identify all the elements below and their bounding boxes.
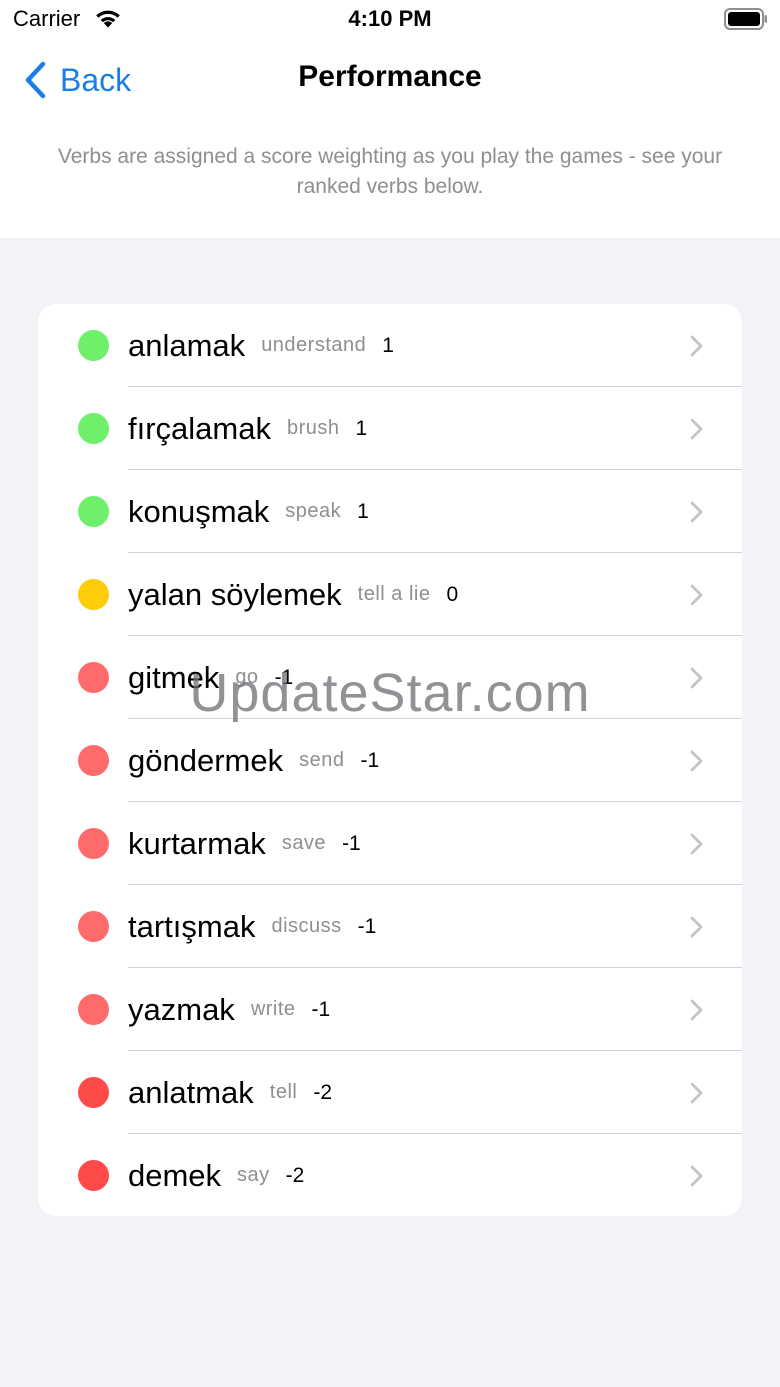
- verb-label: yazmak: [128, 991, 235, 1027]
- performance-screen: Carrier 4:10 PM Back Performance Verbs a…: [0, 0, 780, 1387]
- chevron-right-icon: [690, 750, 703, 772]
- chevron-right-icon: [690, 418, 703, 440]
- verb-score: 1: [382, 333, 394, 357]
- verb-label: tartışmak: [128, 908, 256, 944]
- list-item[interactable]: gitmek go -1: [38, 636, 742, 719]
- list-item[interactable]: anlamak understand 1: [38, 304, 742, 387]
- page-title: Performance: [298, 60, 482, 93]
- verb-score: 0: [446, 582, 459, 606]
- score-indicator-dot: [78, 413, 109, 444]
- score-indicator-dot: [78, 994, 109, 1025]
- chevron-right-icon: [690, 335, 703, 357]
- score-indicator-dot: [78, 911, 109, 942]
- score-indicator-dot: [78, 828, 109, 859]
- verb-meaning: tell a lie: [357, 583, 431, 605]
- list-item[interactable]: kurtarmak save -1: [38, 802, 742, 885]
- verb-score: -1: [360, 748, 380, 772]
- battery-icon: [724, 8, 767, 30]
- verb-meaning: speak: [285, 500, 342, 522]
- score-indicator-dot: [78, 745, 109, 776]
- chevron-right-icon: [690, 1165, 703, 1187]
- verb-label: yalan söylemek: [128, 576, 342, 612]
- verb-meaning: send: [299, 749, 345, 771]
- verb-score: -1: [274, 665, 294, 689]
- list-item[interactable]: göndermek send -1: [38, 719, 742, 802]
- verb-score: 1: [355, 416, 368, 440]
- verb-label: konuşmak: [128, 493, 270, 529]
- chevron-right-icon: [690, 667, 703, 689]
- score-indicator-dot: [78, 1077, 109, 1108]
- verb-meaning: go: [235, 666, 259, 688]
- list-item-content: kurtarmak save -1: [128, 802, 361, 885]
- list-item-content: anlatmak tell -2: [128, 1051, 332, 1134]
- verb-score: -2: [313, 1080, 333, 1104]
- chevron-right-icon: [690, 833, 703, 855]
- verb-score: -1: [311, 997, 331, 1021]
- status-time: 4:10 PM: [348, 6, 432, 31]
- score-indicator-dot: [78, 496, 109, 527]
- verb-label: fırçalamak: [128, 410, 271, 446]
- score-indicator-dot: [78, 330, 109, 361]
- list-item-content: gitmek go -1: [128, 636, 293, 719]
- verb-meaning: write: [250, 998, 296, 1020]
- chevron-right-icon: [690, 916, 703, 938]
- verb-score: -2: [285, 1163, 305, 1187]
- verb-score: -1: [342, 831, 361, 855]
- verb-meaning: discuss: [271, 915, 342, 937]
- chevron-right-icon: [690, 1082, 703, 1104]
- chevron-right-icon: [690, 999, 703, 1021]
- score-indicator-dot: [78, 1160, 109, 1191]
- verb-meaning: tell: [269, 1081, 298, 1103]
- score-indicator-dot: [78, 662, 109, 693]
- list-item-content: yazmak write -1: [128, 968, 330, 1051]
- list-item[interactable]: konuşmak speak 1: [38, 470, 742, 553]
- subtitle: Verbs are assigned a score weighting as …: [57, 145, 723, 198]
- verb-meaning: understand: [261, 334, 367, 356]
- verb-meaning: say: [237, 1164, 270, 1186]
- header: Carrier 4:10 PM Back Performance Verbs a…: [0, 0, 780, 238]
- list-item-content: fırçalamak brush 1: [128, 387, 367, 470]
- list-item[interactable]: yalan söylemek tell a lie 0: [38, 553, 742, 636]
- list-item[interactable]: fırçalamak brush 1: [38, 387, 742, 470]
- verb-label: anlamak: [128, 327, 246, 363]
- list-item[interactable]: yazmak write -1: [38, 968, 742, 1051]
- list-item-content: yalan söylemek tell a lie 0: [128, 553, 458, 636]
- list-item-content: tartışmak discuss -1: [128, 885, 376, 968]
- verb-label: gitmek: [128, 659, 220, 695]
- chevron-right-icon: [690, 584, 703, 606]
- verb-label: göndermek: [128, 742, 284, 778]
- list-item-content: konuşmak speak 1: [128, 470, 369, 553]
- verb-list: anlamak understand 1 fırçalamak brush 1 konuşm…: [38, 304, 742, 1216]
- list-item[interactable]: anlatmak tell -2: [38, 1051, 742, 1134]
- verb-meaning: brush: [286, 417, 340, 439]
- list-item[interactable]: tartışmak discuss -1: [38, 885, 742, 968]
- verb-meaning: save: [281, 832, 327, 854]
- list-item[interactable]: demek say -2: [38, 1134, 742, 1216]
- list-item-content: demek say -2: [128, 1134, 304, 1216]
- verb-score: 1: [357, 499, 369, 523]
- verb-label: anlatmak: [128, 1074, 254, 1110]
- score-indicator-dot: [78, 579, 109, 610]
- verb-label: kurtarmak: [128, 825, 266, 861]
- chevron-right-icon: [690, 501, 703, 523]
- verb-score: -1: [357, 914, 377, 938]
- verb-label: demek: [128, 1157, 222, 1193]
- list-item-content: anlamak understand 1: [128, 304, 394, 387]
- list-item-content: göndermek send -1: [128, 719, 379, 802]
